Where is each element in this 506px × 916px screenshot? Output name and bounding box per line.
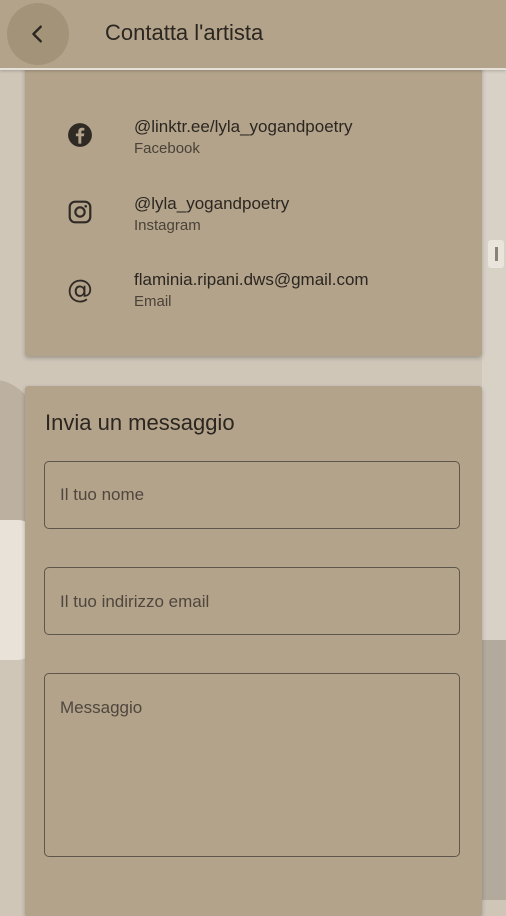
facebook-icon: [66, 121, 94, 149]
app-bar: Contatta l'artista: [0, 0, 506, 70]
contact-value: flaminia.ripani.dws@gmail.com: [134, 270, 369, 289]
email-placeholder: Il tuo indirizzo email: [60, 592, 210, 611]
email-field[interactable]: Il tuo indirizzo email: [44, 567, 460, 635]
back-button[interactable]: [7, 3, 69, 65]
contact-instagram[interactable]: @lyla_yogandpoetry Instagram: [25, 194, 482, 254]
message-field[interactable]: Messaggio: [44, 673, 460, 857]
chevron-left-icon: [32, 25, 42, 43]
page-title: Contatta l'artista: [105, 20, 264, 45]
drag-handle[interactable]: [488, 240, 504, 268]
contact-type: Instagram: [134, 217, 201, 234]
instagram-icon: [66, 198, 94, 226]
name-placeholder: Il tuo nome: [60, 485, 145, 504]
name-field[interactable]: Il tuo nome: [44, 461, 460, 529]
contacts-card: @linktr.ee/lyla_yogandpoetry Facebook @l…: [25, 60, 482, 356]
form-title: Invia un messaggio: [45, 410, 235, 435]
at-sign-icon: @: [67, 275, 93, 305]
contact-type: Facebook: [134, 140, 200, 157]
contact-value: @lyla_yogandpoetry: [134, 194, 290, 213]
message-form-card: Invia un messaggio Il tuo nome Il tuo in…: [25, 386, 482, 916]
contact-facebook[interactable]: @linktr.ee/lyla_yogandpoetry Facebook: [25, 117, 482, 177]
message-placeholder: Messaggio: [60, 698, 143, 717]
contact-value: @linktr.ee/lyla_yogandpoetry: [134, 117, 353, 136]
contact-type: Email: [134, 293, 172, 310]
contact-email[interactable]: @ flaminia.ripani.dws@gmail.com Email: [25, 270, 482, 330]
